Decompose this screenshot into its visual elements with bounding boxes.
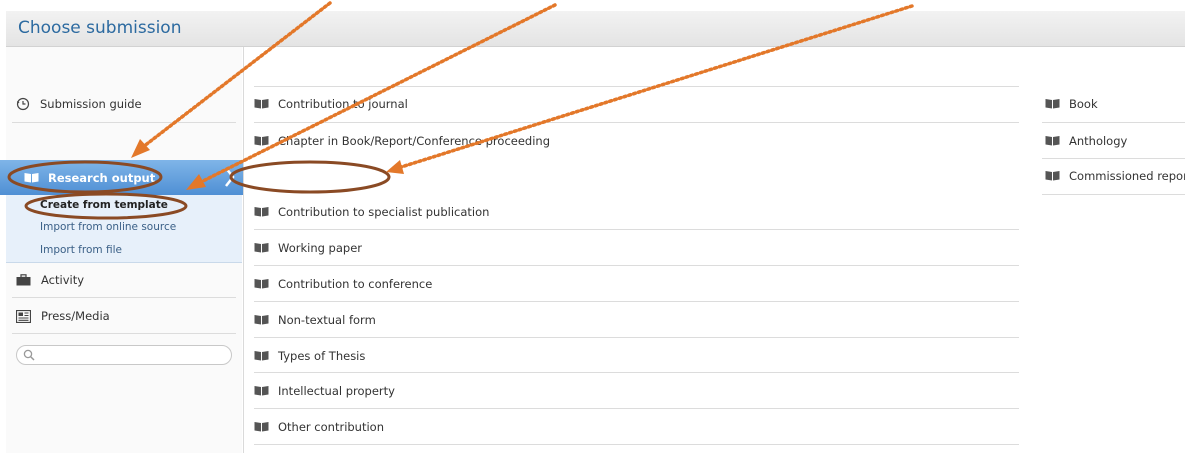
book-icon (1045, 171, 1060, 181)
book-icon (254, 136, 269, 146)
book-icon (254, 315, 269, 325)
category-label: Contribution to conference (278, 276, 433, 291)
category-label: Intellectual property (278, 383, 395, 398)
category-label: Non-textual form (278, 312, 376, 327)
category-item-intellectual-property[interactable]: Intellectual property (254, 373, 395, 408)
divider (254, 229, 1019, 230)
category-item-types-of-thesis[interactable]: Types of Thesis (254, 338, 365, 373)
category-label: Contribution to specialist publication (278, 204, 490, 219)
page-title: Choose submission (18, 18, 182, 38)
submenu-import-from-file[interactable]: Import from file (40, 244, 122, 256)
newspaper-icon (16, 309, 31, 323)
category-item-contribution-to-specialist-publication[interactable]: Contribution to specialist publication (254, 194, 489, 229)
sidebar-item-research-output[interactable]: Research output (10, 160, 155, 195)
briefcase-icon (16, 274, 31, 286)
sidebar-item-label: Activity (41, 273, 85, 287)
history-icon (16, 97, 30, 111)
category-label: Working paper (278, 240, 363, 255)
sidebar-item-label: Research output (48, 170, 156, 185)
book-icon (254, 243, 269, 253)
divider (254, 444, 1019, 445)
sidebar-item-press-media[interactable]: Press/Media (16, 298, 252, 334)
book-icon (1045, 136, 1060, 146)
category-label: Other contribution (278, 419, 385, 434)
divider (1042, 194, 1185, 195)
subcategory-label: Commissioned report (1069, 168, 1185, 183)
book-icon (1045, 99, 1060, 109)
book-icon (24, 173, 39, 183)
category-item-chapter-in-book[interactable]: Chapter in Book/Report/Conference procee… (254, 123, 550, 158)
book-icon (254, 173, 269, 183)
category-item-other-contribution[interactable]: Other contribution (254, 409, 384, 444)
selection-indicator-icon (225, 167, 235, 187)
category-label: Types of Thesis (278, 348, 366, 363)
book-icon (254, 351, 269, 361)
category-item-contribution-to-conference[interactable]: Contribution to conference (254, 266, 432, 301)
subcategory-item-book[interactable]: Book (1045, 86, 1098, 121)
book-icon (254, 207, 269, 217)
divider (254, 337, 1019, 338)
submenu-import-from-online-source[interactable]: Import from online source (40, 221, 176, 233)
category-label: Chapter in Book/Report/Conference procee… (278, 133, 551, 148)
category-item-working-paper[interactable]: Working paper (254, 230, 362, 265)
category-label: Book/Report (278, 170, 359, 185)
category-label: Contribution to journal (278, 96, 408, 111)
subcategory-label: Anthology (1069, 133, 1128, 148)
divider (12, 333, 236, 334)
subcategory-label: Book (1069, 96, 1098, 111)
book-icon (254, 279, 269, 289)
search-icon (23, 349, 35, 361)
subcategory-item-anthology[interactable]: Anthology (1045, 123, 1127, 158)
category-item-contribution-to-journal[interactable]: Contribution to journal (254, 86, 408, 121)
sidebar-item-submission-guide[interactable]: Submission guide (16, 86, 252, 122)
sidebar-item-label: Press/Media (41, 309, 110, 323)
divider (12, 122, 236, 123)
category-item-book-report[interactable]: Book/Report (254, 160, 358, 195)
sidebar-item-label: Submission guide (40, 97, 142, 111)
book-icon (254, 422, 269, 432)
submenu-create-from-template[interactable]: Create from template (40, 199, 168, 211)
category-item-non-textual-form[interactable]: Non-textual form (254, 302, 376, 337)
search-input[interactable] (16, 345, 232, 365)
book-icon (254, 386, 269, 396)
subcategory-item-commissioned-report[interactable]: Commissioned report (1045, 158, 1185, 193)
chevron-right-icon[interactable] (1013, 166, 1027, 188)
sidebar-item-activity[interactable]: Activity (16, 262, 252, 298)
dialog-header: Choose submission (6, 11, 1185, 47)
book-icon (254, 99, 269, 109)
